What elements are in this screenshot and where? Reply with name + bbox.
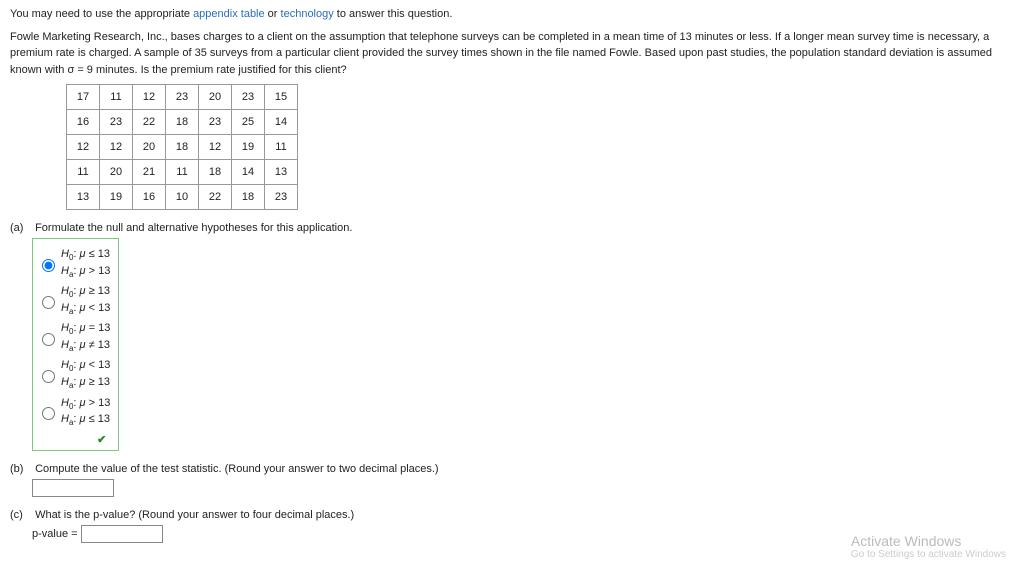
- hypothesis-radio[interactable]: [42, 296, 55, 309]
- watermark-line2: Go to Settings to activate Windows: [851, 549, 1006, 560]
- part-a-prompt: Formulate the null and alternative hypot…: [35, 222, 352, 234]
- table-row: 12122018121911: [67, 135, 298, 160]
- table-cell: 16: [67, 110, 100, 135]
- hypothesis-radio[interactable]: [42, 333, 55, 346]
- appendix-link[interactable]: appendix table: [193, 8, 265, 20]
- hypothesis-text: H0: μ ≥ 13Ha: μ < 13: [61, 284, 110, 317]
- watermark-line1: Activate Windows: [851, 533, 1006, 549]
- table-cell: 12: [67, 135, 100, 160]
- hypothesis-option[interactable]: H0: μ ≤ 13Ha: μ > 13: [37, 247, 110, 280]
- table-cell: 17: [67, 85, 100, 110]
- table-cell: 18: [166, 110, 199, 135]
- intro-line: You may need to use the appropriate appe…: [10, 6, 1014, 23]
- table-cell: 11: [265, 135, 298, 160]
- table-cell: 23: [100, 110, 133, 135]
- part-a: (a) Formulate the null and alternative h…: [10, 222, 1014, 451]
- table-cell: 18: [199, 160, 232, 185]
- table-cell: 12: [100, 135, 133, 160]
- table-cell: 22: [133, 110, 166, 135]
- table-row: 13191610221823: [67, 185, 298, 210]
- data-table: 1711122320231516232218232514121220181219…: [66, 84, 298, 210]
- table-cell: 23: [265, 185, 298, 210]
- part-a-label: (a): [10, 222, 32, 234]
- table-cell: 11: [166, 160, 199, 185]
- hypothesis-option[interactable]: H0: μ > 13Ha: μ ≤ 13: [37, 396, 110, 429]
- table-cell: 14: [232, 160, 265, 185]
- table-cell: 20: [199, 85, 232, 110]
- table-row: 16232218232514: [67, 110, 298, 135]
- intro-mid: or: [265, 8, 281, 20]
- table-cell: 22: [199, 185, 232, 210]
- table-cell: 23: [166, 85, 199, 110]
- table-cell: 15: [265, 85, 298, 110]
- table-cell: 12: [199, 135, 232, 160]
- table-cell: 14: [265, 110, 298, 135]
- table-cell: 19: [232, 135, 265, 160]
- hypothesis-radio[interactable]: [42, 370, 55, 383]
- table-cell: 18: [166, 135, 199, 160]
- hypothesis-choices: H0: μ ≤ 13Ha: μ > 13 H0: μ ≥ 13Ha: μ < 13…: [32, 238, 119, 451]
- table-cell: 23: [232, 85, 265, 110]
- table-row: 11202111181413: [67, 160, 298, 185]
- hypothesis-text: H0: μ > 13Ha: μ ≤ 13: [61, 396, 110, 429]
- table-cell: 23: [199, 110, 232, 135]
- intro-lead: You may need to use the appropriate: [10, 8, 193, 20]
- part-b-prompt: Compute the value of the test statistic.…: [35, 463, 439, 475]
- technology-link[interactable]: technology: [281, 8, 334, 20]
- table-cell: 13: [67, 185, 100, 210]
- table-row: 17111223202315: [67, 85, 298, 110]
- hypothesis-text: H0: μ ≤ 13Ha: μ > 13: [61, 247, 110, 280]
- table-cell: 12: [133, 85, 166, 110]
- table-cell: 19: [100, 185, 133, 210]
- problem-text: Fowle Marketing Research, Inc., bases ch…: [10, 29, 1014, 79]
- hypothesis-text: H0: μ = 13Ha: μ ≠ 13: [61, 321, 110, 354]
- table-cell: 18: [232, 185, 265, 210]
- pvalue-input[interactable]: [81, 525, 163, 543]
- hypothesis-option[interactable]: H0: μ < 13Ha: μ ≥ 13: [37, 358, 110, 391]
- pvalue-label: p-value =: [32, 528, 78, 540]
- table-cell: 13: [265, 160, 298, 185]
- table-cell: 11: [67, 160, 100, 185]
- part-c-label: (c): [10, 509, 32, 521]
- table-cell: 10: [166, 185, 199, 210]
- hypothesis-text: H0: μ < 13Ha: μ ≥ 13: [61, 358, 110, 391]
- table-cell: 20: [133, 135, 166, 160]
- intro-tail: to answer this question.: [334, 8, 453, 20]
- part-b-label: (b): [10, 463, 32, 475]
- table-cell: 20: [100, 160, 133, 185]
- table-cell: 16: [133, 185, 166, 210]
- hypothesis-radio[interactable]: [42, 407, 55, 420]
- hypothesis-option[interactable]: H0: μ ≥ 13Ha: μ < 13: [37, 284, 110, 317]
- test-statistic-input[interactable]: [32, 479, 114, 497]
- hypothesis-option[interactable]: H0: μ = 13Ha: μ ≠ 13: [37, 321, 110, 354]
- table-cell: 25: [232, 110, 265, 135]
- windows-watermark: Activate Windows Go to Settings to activ…: [851, 533, 1006, 560]
- part-b: (b) Compute the value of the test statis…: [10, 463, 1014, 497]
- part-c-prompt: What is the p-value? (Round your answer …: [35, 509, 354, 521]
- correct-check-icon: ✔: [37, 433, 110, 446]
- hypothesis-radio[interactable]: [42, 259, 55, 272]
- table-cell: 11: [100, 85, 133, 110]
- table-cell: 21: [133, 160, 166, 185]
